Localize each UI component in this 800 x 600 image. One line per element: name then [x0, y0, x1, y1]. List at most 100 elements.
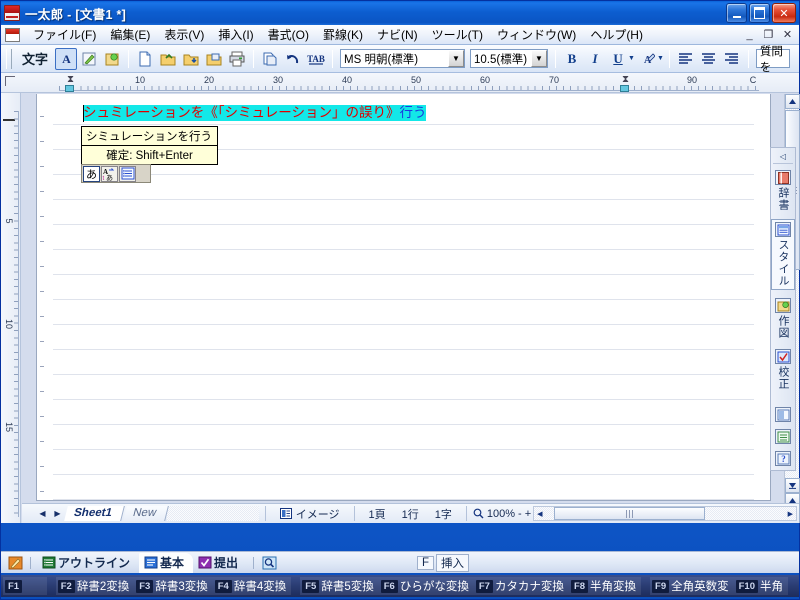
dock-collapse-button[interactable]: ◁ [773, 150, 793, 164]
menu-item-help[interactable]: ヘルプ(H) [583, 24, 650, 45]
underline-button[interactable]: U [607, 48, 629, 70]
dock-item-proofread[interactable]: 校正 [771, 347, 795, 392]
minimize-button[interactable] [726, 3, 747, 23]
bold-button[interactable]: B [561, 48, 583, 70]
panel-icon-2[interactable] [775, 429, 791, 444]
ime-suggestion-tooltip[interactable]: シミュレーションを行う 確定: Shift+Enter [81, 126, 219, 165]
dock-item-dictionary[interactable]: 辞書 [771, 168, 795, 213]
sheet-tab-new[interactable]: New [122, 506, 169, 521]
menu-item-ruled-line[interactable]: 罫線(K) [316, 24, 370, 45]
ime-conversion-mode-icon[interactable]: A あ t [101, 165, 118, 182]
search-icon[interactable] [260, 554, 278, 571]
align-center-button[interactable] [698, 48, 720, 70]
prev-sheet-button[interactable]: ◀ [36, 507, 49, 521]
document-page[interactable]: シュミレーションを《「シミュレーション」の誤り》行う シミュレーションを行う 確… [36, 94, 771, 501]
fkey-f1[interactable]: F1 [3, 577, 29, 595]
save-folder-icon[interactable] [180, 48, 202, 70]
scroll-page-down-button[interactable] [785, 478, 800, 493]
menu-item-format[interactable]: 書式(O) [261, 24, 316, 45]
char-style-a-icon[interactable]: A [55, 47, 78, 70]
draw-icon[interactable] [101, 48, 123, 70]
copy-icon[interactable] [259, 48, 281, 70]
bottom-tab-basic[interactable]: 基本 [139, 552, 194, 573]
zoom-out-button[interactable]: - [518, 508, 522, 520]
sheet-tab-sheet1[interactable]: Sheet1 [64, 506, 125, 521]
document-area[interactable]: シュミレーションを《「シミュレーション」の誤り》行う シミュレーションを行う 確… [22, 94, 771, 523]
help-icon[interactable]: ? [775, 451, 791, 466]
open-folder-icon[interactable] [157, 48, 179, 70]
dock-item-style[interactable]: スタイル [771, 219, 795, 290]
highlight-dropdown-icon[interactable]: ▼ [657, 55, 664, 62]
fkey-f2[interactable]: F2 辞書2変換 [56, 577, 135, 595]
horizontal-scrollbar[interactable]: ◀ ▶ [533, 506, 797, 521]
toolbar-separator-6 [747, 49, 749, 68]
hscroll-left-button[interactable]: ◀ [534, 510, 545, 518]
print-icon[interactable] [226, 48, 248, 70]
pen-icon[interactable] [78, 48, 100, 70]
menu-item-edit[interactable]: 編集(E) [103, 24, 157, 45]
mdi-close-button[interactable]: ✕ [780, 27, 795, 42]
font-size-combo[interactable]: 10.5(標準) ▼ [470, 49, 549, 68]
document-text-line[interactable]: シュミレーションを《「シミュレーション」の誤り》行う [83, 105, 427, 122]
bottom-tab-submit[interactable]: 提出 [193, 553, 247, 573]
hruler-num-20: 20 [203, 75, 215, 85]
ime-input-mode-hiragana-icon[interactable]: あ [83, 165, 100, 182]
new-document-icon[interactable] [134, 48, 156, 70]
fkey-f6[interactable]: F6 ひらがな変換 [379, 577, 474, 595]
horizontal-scroll-thumb[interactable] [553, 507, 706, 520]
save-as-icon[interactable] [203, 48, 225, 70]
dock-item-drawing[interactable]: 作図 [771, 296, 795, 341]
ime-toolbar[interactable]: あ A あ t [81, 164, 151, 183]
ime-tool-palette-icon[interactable] [119, 165, 136, 182]
menu-item-file[interactable]: ファイル(F) [26, 24, 103, 45]
fkey-f7[interactable]: F7 カタカナ変換 [474, 577, 569, 595]
fkey-f7-key: F7 [475, 579, 493, 593]
left-margin-marker[interactable] [65, 85, 74, 92]
right-margin-marker[interactable] [620, 85, 629, 92]
font-name-combo[interactable]: MS 明朝(標準) ▼ [340, 49, 466, 68]
undo-icon[interactable] [282, 48, 304, 70]
highlight-color-button[interactable]: A [636, 48, 658, 70]
align-left-button[interactable] [675, 48, 697, 70]
left-indent-marker-icon[interactable]: ⧗ [65, 74, 76, 85]
menu-item-tools[interactable]: ツール(T) [425, 24, 490, 45]
fkey-f10[interactable]: F10 半角 [734, 577, 788, 595]
align-right-button[interactable] [721, 48, 743, 70]
vertical-ruler[interactable]: 5 10 15 [1, 93, 21, 523]
right-indent-marker-icon[interactable]: ⧗ [620, 74, 631, 85]
horizontal-ruler[interactable]: 10 20 30 40 50 60 70 90 ⧗ ⧗ C [1, 73, 799, 93]
menu-item-view[interactable]: 表示(V) [157, 24, 211, 45]
menu-item-insert[interactable]: 挿入(I) [211, 24, 260, 45]
scroll-up-button[interactable] [785, 94, 800, 109]
chevron-down-icon[interactable]: ▼ [448, 50, 465, 67]
mdi-restore-button[interactable]: ❐ [761, 27, 776, 42]
fkey-f2-key: F2 [57, 579, 75, 593]
chevron-down-icon-2[interactable]: ▼ [531, 50, 548, 67]
page-line-markers [40, 116, 44, 500]
ask-question-input[interactable]: 質問を [755, 46, 790, 72]
fkey-f3[interactable]: F3 辞書3変換 [134, 577, 213, 595]
zoom-in-button[interactable]: + [525, 508, 531, 520]
underline-dropdown-icon[interactable]: ▼ [628, 55, 635, 62]
next-sheet-button[interactable]: ▶ [51, 507, 64, 521]
menu-item-navi[interactable]: ナビ(N) [370, 24, 425, 45]
tab-icon[interactable]: TAB [305, 48, 327, 70]
bottom-tab-outline[interactable]: アウトライン [37, 553, 139, 573]
toolbar-grip[interactable] [6, 48, 12, 69]
fkey-f4[interactable]: F4 辞書4変換 [213, 577, 292, 595]
zoom-control[interactable]: 100% - + [473, 508, 531, 520]
insert-mode-label[interactable]: 挿入 [436, 553, 469, 572]
panel-icon-1[interactable] [775, 407, 791, 422]
fkey-f9[interactable]: F9 全角英数変 [650, 577, 734, 595]
hruler-num-60: 60 [479, 75, 491, 85]
mdi-minimize-button[interactable]: _ [742, 27, 757, 42]
edit-pencil-icon[interactable] [6, 554, 24, 571]
italic-button[interactable]: I [584, 48, 606, 70]
fkey-f5[interactable]: F5 辞書5変換 [300, 577, 379, 595]
fkey-f8[interactable]: F8 半角変換 [569, 577, 641, 595]
maximize-button[interactable] [749, 3, 770, 23]
view-mode-indicator[interactable]: イメージ [272, 506, 348, 522]
close-button[interactable]: ✕ [772, 3, 796, 23]
hscroll-right-button[interactable]: ▶ [785, 510, 796, 518]
menu-item-window[interactable]: ウィンドウ(W) [490, 24, 583, 45]
